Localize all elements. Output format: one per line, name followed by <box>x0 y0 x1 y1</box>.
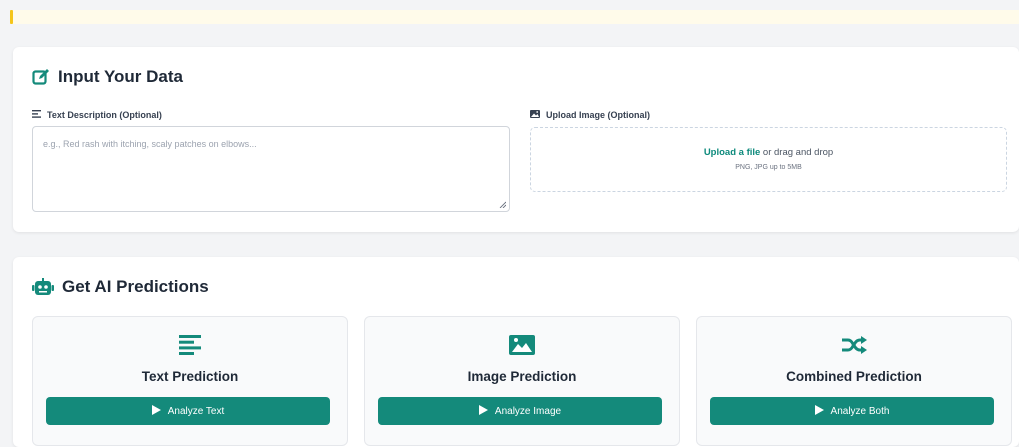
play-icon <box>814 404 824 418</box>
edit-icon <box>32 68 50 86</box>
dropzone-instructions: Upload a file or drag and drop <box>531 147 1006 158</box>
analyze-text-button[interactable]: Analyze Text <box>46 397 330 425</box>
image-prediction-card: Image Prediction Analyze Image <box>364 316 680 446</box>
predictions-section-heading: Get AI Predictions <box>32 277 209 297</box>
combined-prediction-title: Combined Prediction <box>786 369 922 384</box>
play-icon <box>478 404 488 418</box>
robot-icon <box>32 278 54 296</box>
analyze-image-button[interactable]: Analyze Image <box>378 397 662 425</box>
input-section-title: Input Your Data <box>58 67 183 86</box>
predictions-section-title: Get AI Predictions <box>62 277 209 296</box>
combined-prediction-card: Combined Prediction Analyze Both <box>696 316 1012 446</box>
image-icon <box>530 110 540 120</box>
text-lines-icon <box>33 335 347 355</box>
image-prediction-title: Image Prediction <box>467 369 577 384</box>
input-card: Input Your Data Text Description (Option… <box>13 47 1019 232</box>
text-description-label: Text Description (Optional) <box>32 110 162 120</box>
notice-accent-bar <box>10 10 13 24</box>
upload-image-label: Upload Image (Optional) <box>530 110 650 120</box>
shuffle-icon <box>697 335 1011 355</box>
upload-hint: PNG, JPG up to 5MB <box>735 164 802 171</box>
notice-banner <box>10 10 1019 24</box>
predictions-card: Get AI Predictions Text Prediction Analy… <box>13 257 1019 447</box>
play-icon <box>151 404 161 418</box>
text-lines-icon <box>32 110 41 120</box>
text-prediction-card: Text Prediction Analyze Text <box>32 316 348 446</box>
input-section-heading: Input Your Data <box>32 67 183 87</box>
resize-grip-icon[interactable] <box>499 201 506 208</box>
text-description-input[interactable]: e.g., Red rash with itching, scaly patch… <box>32 126 510 212</box>
image-icon <box>365 335 679 355</box>
text-prediction-title: Text Prediction <box>141 369 239 384</box>
analyze-both-button[interactable]: Analyze Both <box>710 397 994 425</box>
upload-file-link[interactable]: Upload a file <box>704 147 760 158</box>
text-description-placeholder: e.g., Red rash with itching, scaly patch… <box>43 139 257 149</box>
drag-drop-text: or drag and drop <box>760 147 834 158</box>
image-dropzone[interactable]: Upload a file or drag and drop PNG, JPG … <box>530 127 1007 192</box>
